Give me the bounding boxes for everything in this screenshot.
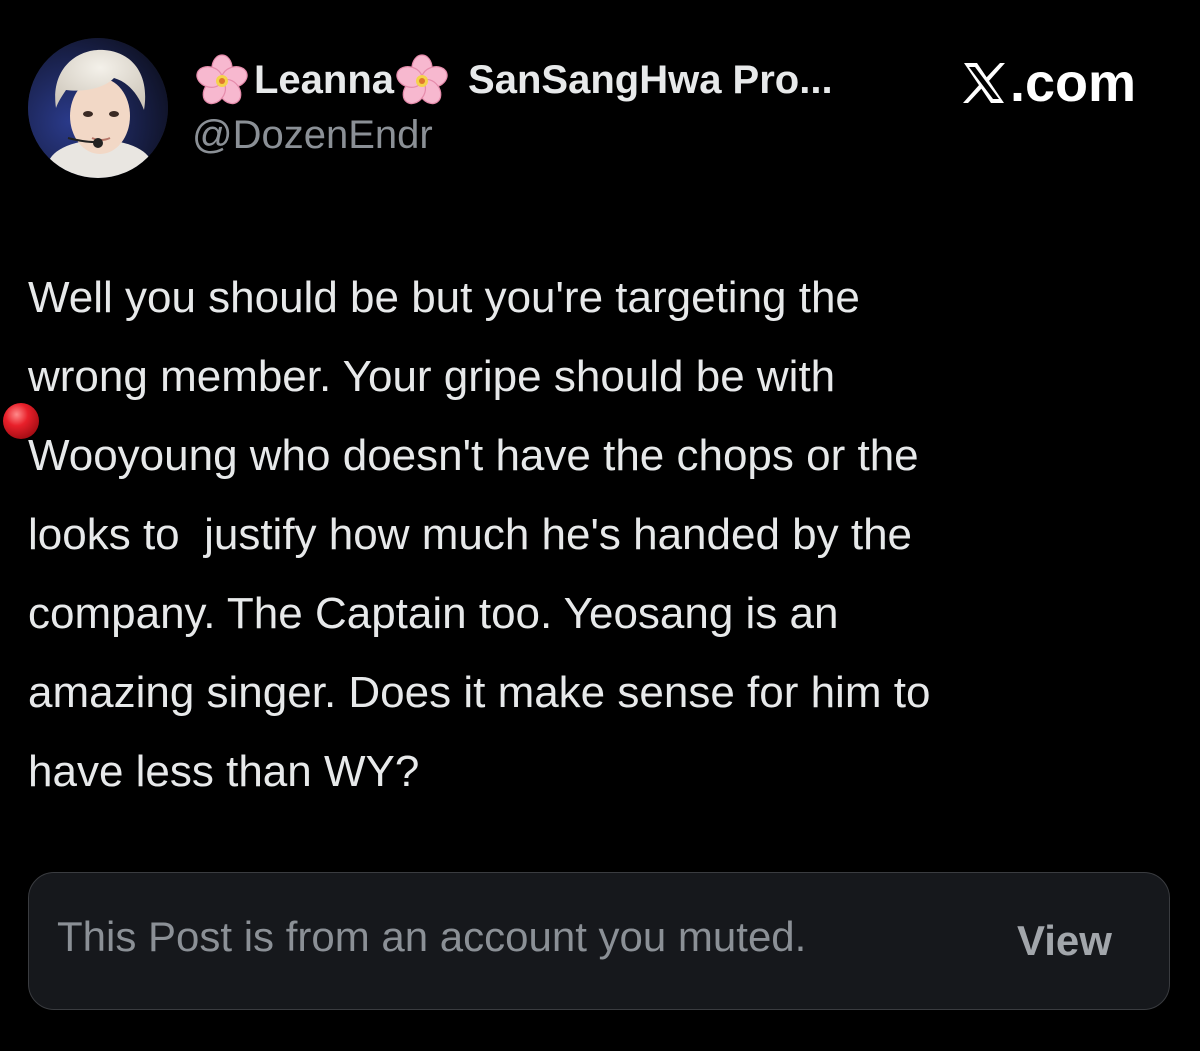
cherry-blossom-icon — [392, 50, 452, 110]
display-name-suffix[interactable]: SanSangHwa Pro... — [468, 58, 833, 103]
muted-notice-text: This Post is from an account you muted. — [57, 913, 807, 960]
avatar-photo — [28, 38, 168, 178]
view-button[interactable]: View — [1017, 917, 1112, 965]
author-handle[interactable]: @DozenEndr — [192, 113, 433, 158]
display-name-text: Leanna — [254, 57, 395, 102]
post-text-line: company. The Captain too. Yeosang is an — [28, 589, 839, 638]
author-display-name[interactable]: Leanna — [192, 50, 452, 110]
post-text-line: Well you should be but you're targeting … — [28, 273, 860, 322]
site-label: .com — [1010, 53, 1137, 113]
post-text-line: Wooyoung who doesn't have the chops or t… — [28, 431, 919, 480]
author-name-row: Leanna SanSangHwa Pro... — [192, 50, 833, 110]
post-text-line: wrong member. Your gripe should be with — [28, 352, 836, 401]
site-watermark[interactable]: .com — [960, 52, 1136, 114]
post-text-line: have less than WY? — [28, 747, 420, 796]
post-body: Well you should be but you're targeting … — [28, 258, 1168, 811]
author-avatar[interactable] — [28, 38, 168, 178]
post-text-line: looks to justify how much he's handed by… — [28, 510, 913, 559]
x-logo-icon — [960, 59, 1008, 107]
post-text-line: amazing singer. Does it make sense for h… — [28, 668, 931, 717]
muted-post-notice: This Post is from an account you muted. … — [28, 872, 1170, 1010]
cherry-blossom-icon — [192, 50, 252, 110]
